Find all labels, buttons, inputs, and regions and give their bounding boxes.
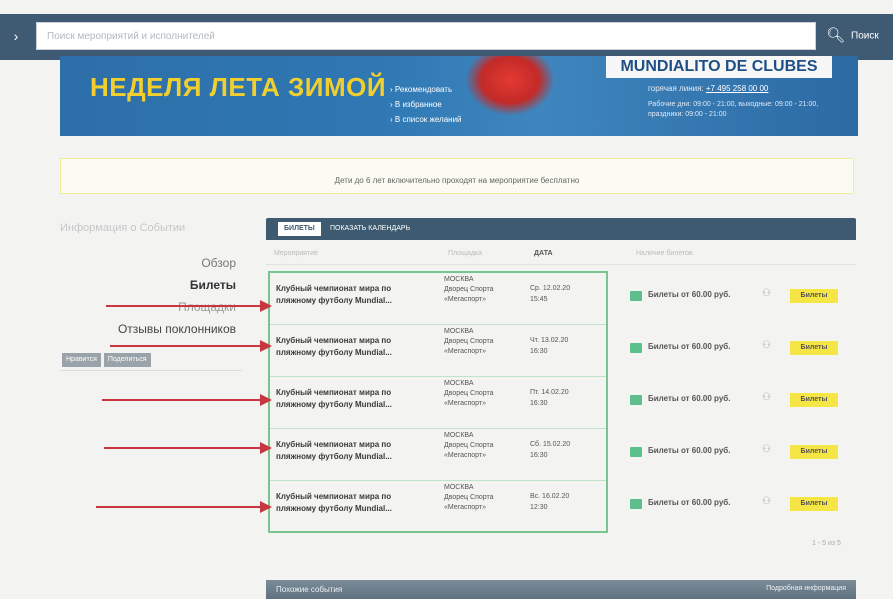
theatre-mask-icon: ⚇ — [762, 496, 771, 507]
sidebar-item-venues[interactable]: Площадки — [60, 296, 236, 318]
tickets-tabs: БИЛЕТЫ ПОКАЗАТЬ КАЛЕНДАРЬ — [266, 218, 856, 240]
availability-icon — [630, 499, 642, 509]
top-search-bar: › 🔍︎ Поиск — [0, 14, 893, 60]
similar-events-title: Похожие события — [276, 585, 343, 594]
header-event[interactable]: Мероприятие — [274, 250, 318, 257]
ticket-price: Билеты от 60.00 руб. — [648, 342, 731, 351]
annotation-arrow — [96, 501, 272, 513]
ticket-price: Билеты от 60.00 руб. — [648, 290, 731, 299]
player-image — [465, 56, 555, 116]
availability-icon — [630, 343, 642, 353]
tab-calendar[interactable]: ПОКАЗАТЬ КАЛЕНДАРЬ — [330, 222, 410, 236]
search-button-label: Поиск — [851, 30, 879, 42]
sidebar-divider — [60, 370, 242, 371]
header-divider — [266, 264, 856, 265]
highlight-box — [268, 271, 608, 533]
theatre-mask-icon: ⚇ — [762, 340, 771, 351]
hotline-label: горячая линия: — [648, 84, 704, 93]
social-buttons: Нравится Поделиться — [62, 348, 154, 367]
wishlist-link[interactable]: В список желаний — [390, 112, 462, 127]
header-date[interactable]: ДАТА — [534, 250, 553, 257]
working-hours: Рабочие дни: 09:00 - 21:00, выходные: 09… — [648, 101, 819, 118]
like-button[interactable]: Нравится — [62, 353, 101, 367]
sidebar-item-overview[interactable]: Обзор — [60, 252, 236, 274]
promo-banner[interactable]: НЕДЕЛЯ ЛЕТА ЗИМОЙ Рекомендовать В избран… — [60, 56, 858, 136]
share-button[interactable]: Поделиться — [103, 353, 151, 367]
theatre-mask-icon: ⚇ — [762, 288, 771, 299]
similar-events-bar: Похожие события Подробная информация — [266, 580, 856, 599]
free-children-notice: Дети до 6 лет включительно проходят на м… — [60, 158, 854, 194]
theatre-mask-icon: ⚇ — [762, 444, 771, 455]
more-info-link[interactable]: Подробная информация — [766, 585, 846, 592]
sidebar-title: Информация о Событии — [60, 222, 186, 234]
ticket-price: Билеты от 60.00 руб. — [648, 498, 731, 507]
search-icon: 🔍︎ — [826, 27, 846, 44]
ticket-price: Билеты от 60.00 руб. — [648, 394, 731, 403]
buy-tickets-button[interactable]: Билеты — [790, 497, 838, 511]
availability-icon — [630, 447, 642, 457]
ticket-price: Билеты от 60.00 руб. — [648, 446, 731, 455]
hotline-phone[interactable]: +7 495 258 00 00 — [706, 84, 769, 93]
header-tickets: Наличие билетов — [636, 250, 693, 257]
pagination[interactable]: 1 - 5 из 5 — [812, 540, 841, 547]
annotation-arrow — [102, 394, 272, 406]
buy-tickets-button[interactable]: Билеты — [790, 393, 838, 407]
sidebar-item-tickets[interactable]: Билеты — [60, 274, 236, 296]
hotline: горячая линия: +7 495 258 00 00 — [648, 84, 768, 93]
event-logo: MUNDIALITO DE CLUBES — [606, 56, 832, 78]
availability-icon — [630, 291, 642, 301]
sidebar-item-reviews[interactable]: Отзывы поклонников — [60, 318, 236, 340]
sidebar-nav: Обзор Билеты Площадки Отзывы поклонников — [60, 252, 236, 340]
recommend-link[interactable]: Рекомендовать — [390, 82, 462, 97]
banner-links: Рекомендовать В избранное В список желан… — [390, 82, 462, 127]
annotation-arrow — [110, 340, 272, 352]
tab-tickets[interactable]: БИЛЕТЫ — [278, 222, 321, 236]
promo-title: НЕДЕЛЯ ЛЕТА ЗИМОЙ — [90, 72, 387, 102]
theatre-mask-icon: ⚇ — [762, 392, 771, 403]
annotation-arrow — [106, 300, 272, 312]
availability-icon — [630, 395, 642, 405]
annotation-arrow — [104, 442, 272, 454]
search-input[interactable] — [36, 22, 816, 50]
buy-tickets-button[interactable]: Билеты — [790, 445, 838, 459]
search-button[interactable]: 🔍︎ Поиск — [826, 22, 893, 50]
buy-tickets-button[interactable]: Билеты — [790, 341, 838, 355]
buy-tickets-button[interactable]: Билеты — [790, 289, 838, 303]
table-header: Мероприятие Площадка ДАТА Наличие билето… — [274, 250, 854, 262]
favorites-link[interactable]: В избранное — [390, 97, 462, 112]
header-place[interactable]: Площадка — [448, 250, 482, 257]
menu-chevron-icon[interactable]: › — [8, 28, 24, 44]
